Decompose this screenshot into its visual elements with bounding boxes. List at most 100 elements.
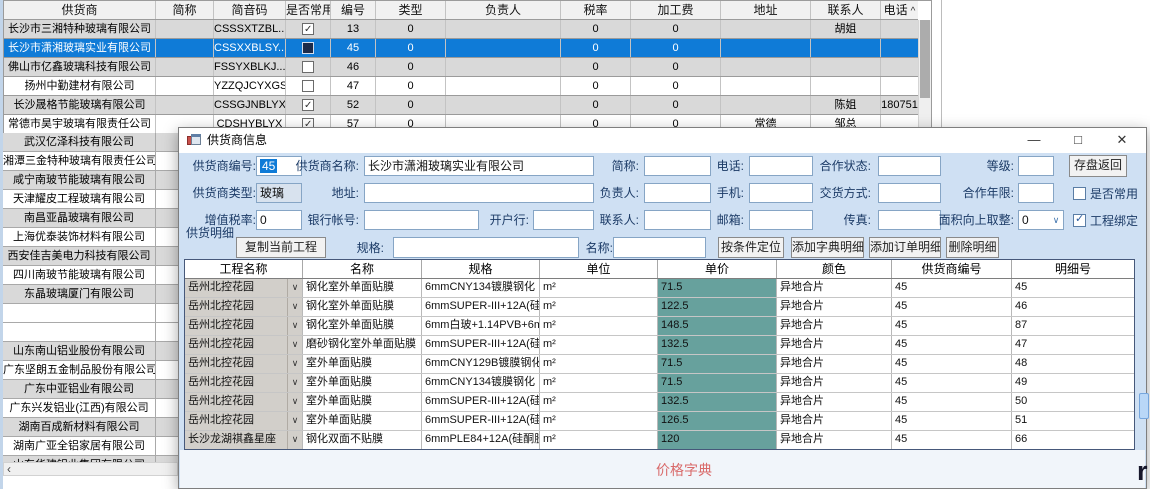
column-header-code[interactable]: 简音码: [214, 1, 286, 19]
chevron-down-icon[interactable]: ∨: [1050, 211, 1062, 229]
cell-name[interactable]: 钢化室外单面贴膜: [303, 279, 422, 297]
supplier-name-input[interactable]: 长沙市潇湘玻璃实业有限公司: [364, 156, 594, 176]
add-dict-detail-button[interactable]: 添加字典明细: [791, 237, 864, 258]
cell-spec[interactable]: 6mmSUPER-III+12A(硅...: [422, 412, 540, 430]
email-input[interactable]: [749, 210, 813, 230]
cell-name[interactable]: 室外单面贴膜: [303, 393, 422, 411]
supplier-grid-row[interactable]: 长沙市潇湘玻璃实业有限公司CSSXXBLSY...45000: [4, 39, 918, 58]
cell-no[interactable]: 46: [331, 58, 376, 76]
spec-filter-input[interactable]: [393, 237, 579, 258]
cell-addr[interactable]: [721, 39, 811, 57]
cell-addr[interactable]: [721, 20, 811, 38]
cell-price[interactable]: 148.5: [658, 317, 777, 335]
grade-input[interactable]: [1018, 156, 1054, 176]
cell-tax[interactable]: 0: [561, 39, 631, 57]
minimize-button[interactable]: —: [1012, 128, 1056, 153]
cell-phone[interactable]: [881, 77, 918, 95]
cell-unit[interactable]: m²: [540, 374, 658, 392]
cell-fee[interactable]: 0: [631, 96, 721, 114]
column-header-common[interactable]: 是否常用: [286, 1, 331, 19]
cell-type[interactable]: 0: [376, 96, 446, 114]
project-bind-checkbox[interactable]: 工程绑定: [1073, 212, 1138, 228]
detail-grid-row[interactable]: 岳州北控花园∨室外单面贴膜6mmSUPER-III+12A(硅...m²126.…: [185, 412, 1134, 431]
address-input[interactable]: [364, 183, 594, 203]
detail-grid-row[interactable]: 岳州北控花园∨钢化室外单面贴膜6mmSUPER-III+12A(硅...m²12…: [185, 298, 1134, 317]
cell-detail-no[interactable]: 50: [1012, 393, 1134, 411]
cell-code[interactable]: CSSGJNBLYXGS: [214, 96, 286, 114]
cell-supplier-no[interactable]: 45: [892, 355, 1012, 373]
column-header-project[interactable]: 工程名称: [185, 260, 303, 278]
cell-color[interactable]: 异地合片: [777, 355, 892, 373]
cell-unit[interactable]: m²: [540, 317, 658, 335]
cell-name[interactable]: 钢化双面不贴膜: [303, 431, 422, 449]
background-scrollbar-thumb[interactable]: [1139, 393, 1149, 419]
cell-unit[interactable]: m²: [540, 393, 658, 411]
cell-manager[interactable]: [446, 58, 561, 76]
cell-fee[interactable]: 0: [631, 20, 721, 38]
cell-price[interactable]: 71.5: [658, 374, 777, 392]
round-up-select[interactable]: 0 ∨: [1018, 210, 1064, 230]
cell-detail-no[interactable]: 87: [1012, 317, 1134, 335]
cell-color[interactable]: 异地合片: [777, 298, 892, 316]
cell-detail-no[interactable]: 45: [1012, 279, 1134, 297]
cell-supplier-no[interactable]: 45: [892, 279, 1012, 297]
cell-tax[interactable]: 0: [561, 58, 631, 76]
cell-supplier[interactable]: 常德市昊宇玻璃有限责任公司: [4, 115, 156, 133]
cell-project[interactable]: 岳州北控花园∨: [185, 355, 303, 373]
cell-price[interactable]: 120: [658, 431, 777, 449]
cell-supplier-no[interactable]: 45: [892, 298, 1012, 316]
scroll-left-icon[interactable]: ‹: [7, 463, 11, 476]
supplier-list-item[interactable]: 四川南玻节能玻璃有限公司: [3, 266, 178, 285]
cell-phone[interactable]: [881, 58, 918, 76]
maximize-button[interactable]: □: [1056, 128, 1100, 153]
cell-price[interactable]: 71.5: [658, 355, 777, 373]
cell-name[interactable]: 室外单面贴膜: [303, 374, 422, 392]
cell-unit[interactable]: m²: [540, 412, 658, 430]
column-header-type[interactable]: 类型: [376, 1, 446, 19]
column-header-address[interactable]: 地址: [721, 1, 811, 19]
cell-common[interactable]: [286, 20, 331, 38]
column-header-tax[interactable]: 税率: [561, 1, 631, 19]
scrollbar-thumb[interactable]: [920, 20, 930, 98]
cell-contact[interactable]: 陈姐: [811, 96, 881, 114]
cell-supplier[interactable]: 长沙晟格节能玻璃有限公司: [4, 96, 156, 114]
cell-color[interactable]: 异地合片: [777, 412, 892, 430]
add-order-detail-button[interactable]: 添加订单明细: [869, 237, 941, 258]
common-checkbox-icon[interactable]: [302, 80, 314, 92]
cell-detail-no[interactable]: 46: [1012, 298, 1134, 316]
cell-phone[interactable]: [881, 39, 918, 57]
delivery-input[interactable]: [878, 183, 941, 203]
common-checkbox-icon[interactable]: [302, 23, 314, 35]
cell-common[interactable]: [286, 58, 331, 76]
column-header-abbr[interactable]: 简称: [156, 1, 214, 19]
cell-supplier-no[interactable]: 45: [892, 374, 1012, 392]
cell-abbr[interactable]: [156, 39, 214, 57]
locate-by-condition-button[interactable]: 按条件定位: [718, 237, 784, 258]
cell-detail-no[interactable]: 66: [1012, 431, 1134, 449]
cell-abbr[interactable]: [156, 77, 214, 95]
cell-supplier-no[interactable]: 45: [892, 431, 1012, 449]
contact-input[interactable]: [644, 210, 711, 230]
column-header-manager[interactable]: 负责人: [446, 1, 561, 19]
cell-detail-no[interactable]: 51: [1012, 412, 1134, 430]
cell-price[interactable]: 132.5: [658, 393, 777, 411]
cell-code[interactable]: CSSSXTZBL...: [214, 20, 286, 38]
chevron-down-icon[interactable]: ∨: [287, 355, 302, 373]
cell-supplier-no[interactable]: 45: [892, 317, 1012, 335]
cell-contact[interactable]: 胡姐: [811, 20, 881, 38]
cell-tax[interactable]: 0: [561, 20, 631, 38]
chevron-down-icon[interactable]: ∨: [287, 317, 302, 335]
supplier-list-item[interactable]: 咸宁南玻节能玻璃有限公司: [3, 171, 178, 190]
cell-spec[interactable]: 6mmSUPER-III+12A(硅...: [422, 393, 540, 411]
supplier-list-item[interactable]: 武汉亿泽科技有限公司: [3, 133, 178, 152]
cell-common[interactable]: [286, 77, 331, 95]
common-checkbox-icon[interactable]: [302, 99, 314, 111]
cell-abbr[interactable]: [156, 96, 214, 114]
column-header-name[interactable]: 名称: [303, 260, 422, 278]
bank-account-input[interactable]: [364, 210, 479, 230]
cell-type[interactable]: 0: [376, 20, 446, 38]
chevron-down-icon[interactable]: ∨: [287, 374, 302, 392]
close-button[interactable]: ✕: [1100, 128, 1144, 153]
horizontal-scrollbar[interactable]: ‹: [3, 462, 178, 476]
chevron-down-icon[interactable]: ∨: [287, 431, 302, 449]
